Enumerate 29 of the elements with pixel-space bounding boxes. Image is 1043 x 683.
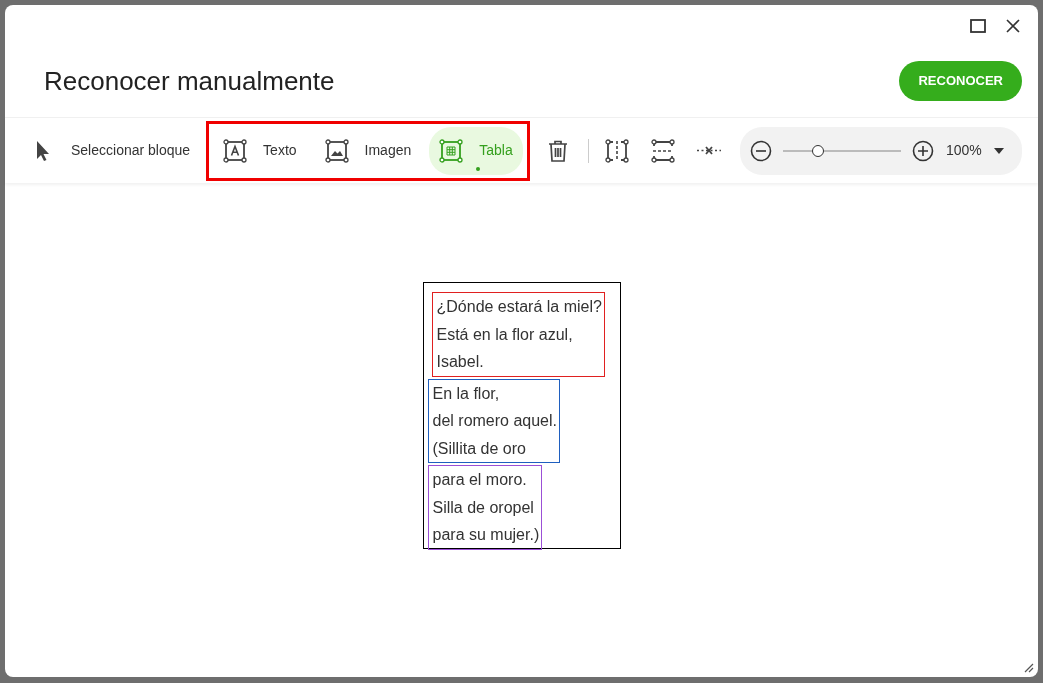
tool-button[interactable]: Texto bbox=[213, 126, 307, 175]
text-block-frame[interactable]: para el moro. Silla de oropel para su mujer.) bbox=[427, 465, 543, 550]
table-block-icon bbox=[439, 138, 464, 163]
dashed-line-cross-icon bbox=[696, 146, 721, 155]
vertical-split-icon bbox=[604, 138, 629, 163]
zoom-slider[interactable] bbox=[783, 143, 901, 158]
horizontal-split-icon bbox=[650, 138, 675, 163]
poem-line: En la flor, bbox=[432, 383, 501, 404]
close-icon[interactable] bbox=[1006, 19, 1020, 33]
poem-line: Silla de oropel bbox=[432, 497, 535, 518]
poem-line: Está en la flor azul, bbox=[436, 324, 574, 345]
image-block-icon bbox=[324, 138, 349, 163]
maximize-icon[interactable] bbox=[970, 19, 986, 33]
zoom-value: 100% bbox=[946, 141, 982, 160]
poem-line: para el moro. bbox=[432, 470, 528, 490]
tool-button[interactable]: Imagen bbox=[314, 126, 422, 175]
text-block-icon bbox=[223, 138, 248, 163]
poem-line: para su mujer.) bbox=[432, 525, 541, 545]
poem-line: ¿Dónde estará la miel? bbox=[436, 297, 603, 317]
poem-line: Isabel. bbox=[436, 352, 485, 372]
text-block-frame[interactable]: ¿Dónde estará la miel? Está en la flor azul, Isabel. bbox=[431, 292, 605, 377]
tool-button[interactable]: Seleccionar bloque bbox=[21, 126, 201, 175]
zoom-out-icon[interactable] bbox=[750, 139, 772, 162]
poem-line: del romero aquel. bbox=[432, 411, 558, 431]
zoom-in-icon[interactable] bbox=[912, 139, 934, 162]
resize-grip-icon[interactable] bbox=[1024, 663, 1034, 673]
poem-line: (Sillita de oro bbox=[432, 438, 527, 459]
window-title: Reconocer manualmente bbox=[44, 64, 335, 98]
dropdown-caret-icon[interactable] bbox=[994, 147, 1004, 154]
